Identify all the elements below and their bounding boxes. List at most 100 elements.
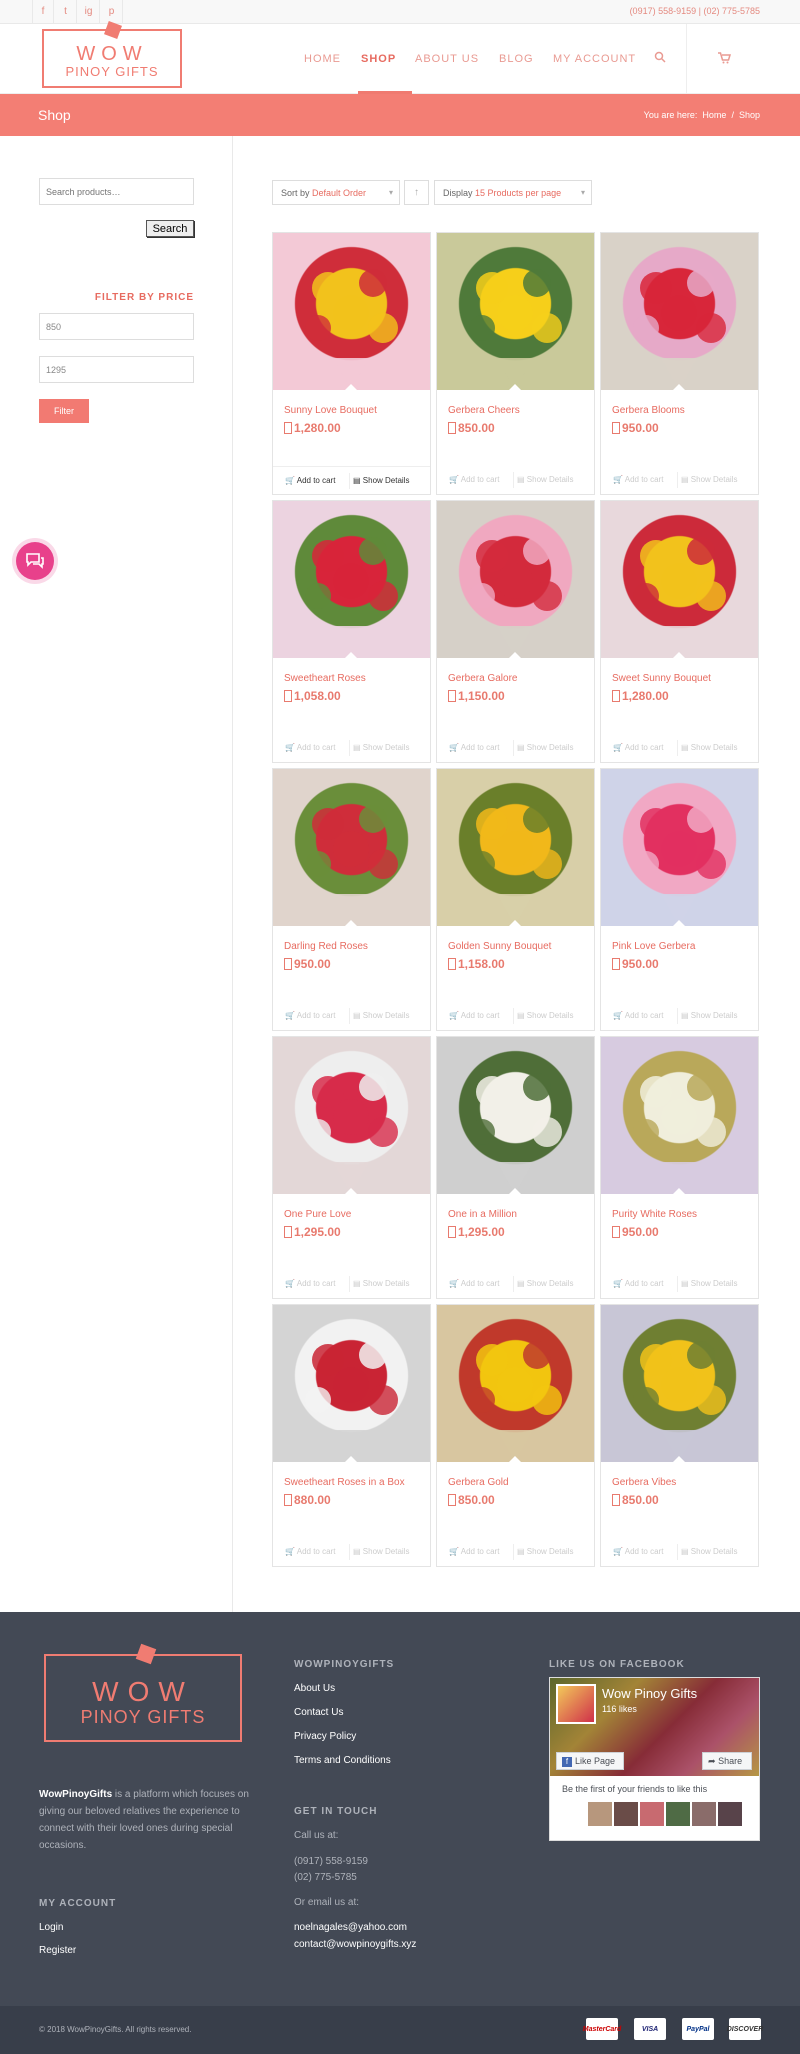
friend-avatar[interactable]	[614, 1802, 638, 1826]
add-to-cart-button[interactable]: 🛒 Add to cart	[613, 475, 663, 484]
product-image[interactable]	[437, 1305, 594, 1462]
footer-contact-us-link[interactable]: Contact Us	[294, 1707, 343, 1718]
nav-home[interactable]: HOME	[304, 53, 341, 65]
friend-avatar[interactable]	[666, 1802, 690, 1826]
product-name[interactable]: One Pure Love	[284, 1209, 351, 1220]
product-card[interactable]: Gerbera Cheers 850.00 🛒 Add to cart ▤ Show …	[436, 232, 595, 495]
product-card[interactable]: One Pure Love 1,295.00 🛒 Add to cart ▤ Show…	[272, 1036, 431, 1299]
product-image[interactable]	[437, 501, 594, 658]
product-name[interactable]: One in a Million	[448, 1209, 517, 1220]
add-to-cart-button[interactable]: 🛒 Add to cart	[613, 1279, 663, 1288]
product-card[interactable]: Sweetheart Roses in a Box 880.00 🛒 Add to …	[272, 1304, 431, 1567]
show-details-button[interactable]: ▤ Show Details	[353, 743, 409, 752]
footer-about-us-link[interactable]: About Us	[294, 1683, 335, 1694]
show-details-button[interactable]: ▤ Show Details	[517, 1011, 573, 1020]
product-image[interactable]	[601, 501, 758, 658]
sort-order-select[interactable]: Sort by Default Order ▾	[272, 180, 400, 205]
footer-email-1[interactable]: noelnagales@yahoo.com	[294, 1922, 407, 1933]
product-image[interactable]	[437, 233, 594, 390]
search-icon[interactable]	[654, 51, 666, 66]
add-to-cart-button[interactable]: 🛒 Add to cart	[285, 476, 335, 485]
product-card[interactable]: Golden Sunny Bouquet 1,158.00 🛒 Add to car…	[436, 768, 595, 1031]
friend-avatar[interactable]	[588, 1802, 612, 1826]
search-button[interactable]: Search	[146, 220, 194, 237]
product-card[interactable]: One in a Million 1,295.00 🛒 Add to cart ▤ S…	[436, 1036, 595, 1299]
product-image[interactable]	[273, 1305, 430, 1462]
products-per-page-select[interactable]: Display 15 Products per page ▾	[434, 180, 592, 205]
add-to-cart-button[interactable]: 🛒 Add to cart	[449, 475, 499, 484]
product-image[interactable]	[601, 233, 758, 390]
facebook-share-button[interactable]: ➦ Share	[702, 1752, 752, 1770]
product-card[interactable]: Gerbera Galore 1,150.00 🛒 Add to cart ▤ Sho…	[436, 500, 595, 763]
add-to-cart-button[interactable]: 🛒 Add to cart	[449, 1279, 499, 1288]
add-to-cart-button[interactable]: 🛒 Add to cart	[285, 1011, 335, 1020]
product-card[interactable]: Sunny Love Bouquet 1,280.00 🛒 Add to cart ▤…	[272, 232, 431, 495]
product-image[interactable]	[437, 769, 594, 926]
footer-terms-link[interactable]: Terms and Conditions	[294, 1755, 391, 1766]
product-name[interactable]: Pink Love Gerbera	[612, 941, 695, 952]
product-card[interactable]: Purity White Roses 950.00 🛒 Add to cart ▤ S…	[600, 1036, 759, 1299]
add-to-cart-button[interactable]: 🛒 Add to cart	[285, 1279, 335, 1288]
product-name[interactable]: Gerbera Cheers	[448, 405, 520, 416]
product-card[interactable]: Pink Love Gerbera 950.00 🛒 Add to cart ▤ Sh…	[600, 768, 759, 1031]
product-search-input[interactable]	[39, 178, 194, 205]
show-details-button[interactable]: ▤ Show Details	[517, 475, 573, 484]
friend-avatar[interactable]	[640, 1802, 664, 1826]
footer-email-2[interactable]: contact@wowpinoygifts.xyz	[294, 1939, 416, 1950]
show-details-button[interactable]: ▤ Show Details	[517, 1279, 573, 1288]
nav-about-us[interactable]: ABOUT US	[415, 53, 479, 65]
show-details-button[interactable]: ▤ Show Details	[353, 1011, 409, 1020]
product-name[interactable]: Sunny Love Bouquet	[284, 405, 377, 416]
add-to-cart-button[interactable]: 🛒 Add to cart	[613, 743, 663, 752]
friend-avatar[interactable]	[692, 1802, 716, 1826]
footer-privacy-policy-link[interactable]: Privacy Policy	[294, 1731, 356, 1742]
add-to-cart-button[interactable]: 🛒 Add to cart	[285, 1547, 335, 1556]
product-name[interactable]: Sweet Sunny Bouquet	[612, 673, 711, 684]
product-image[interactable]	[273, 769, 430, 926]
site-logo[interactable]: WOW PINOY GIFTS	[42, 21, 182, 88]
product-card[interactable]: Darling Red Roses 950.00 🛒 Add to cart ▤ Sh…	[272, 768, 431, 1031]
show-details-button[interactable]: ▤ Show Details	[353, 1279, 409, 1288]
product-image[interactable]	[273, 501, 430, 658]
footer-register-link[interactable]: Register	[39, 1945, 76, 1956]
product-name[interactable]: Gerbera Blooms	[612, 405, 685, 416]
nav-shop[interactable]: SHOP	[361, 53, 396, 65]
sort-direction-arrow-icon[interactable]: ↑	[404, 180, 429, 205]
add-to-cart-button[interactable]: 🛒 Add to cart	[613, 1547, 663, 1556]
facebook-like-button[interactable]: f Like Page	[556, 1752, 624, 1770]
product-image[interactable]	[437, 1037, 594, 1194]
pinterest-icon[interactable]: p	[101, 0, 123, 23]
product-image[interactable]	[601, 1305, 758, 1462]
show-details-button[interactable]: ▤ Show Details	[681, 1547, 737, 1556]
product-name[interactable]: Purity White Roses	[612, 1209, 697, 1220]
product-card[interactable]: Sweetheart Roses 1,058.00 🛒 Add to cart ▤ S…	[272, 500, 431, 763]
min-price-input[interactable]	[39, 313, 194, 340]
facebook-page-name[interactable]: Wow Pinoy Gifts	[602, 1686, 697, 1701]
chat-bubble-icon[interactable]	[16, 542, 54, 580]
cart-icon[interactable]	[718, 52, 732, 67]
add-to-cart-button[interactable]: 🛒 Add to cart	[449, 1011, 499, 1020]
show-details-button[interactable]: ▤ Show Details	[517, 743, 573, 752]
product-card[interactable]: Gerbera Gold 850.00 🛒 Add to cart ▤ Show De…	[436, 1304, 595, 1567]
nav-my-account[interactable]: MY ACCOUNT	[553, 53, 636, 65]
nav-blog[interactable]: BLOG	[499, 53, 534, 65]
add-to-cart-button[interactable]: 🛒 Add to cart	[449, 743, 499, 752]
product-card[interactable]: Gerbera Vibes 850.00 🛒 Add to cart ▤ Show D…	[600, 1304, 759, 1567]
product-image[interactable]	[601, 1037, 758, 1194]
show-details-button[interactable]: ▤ Show Details	[681, 1011, 737, 1020]
instagram-icon[interactable]: ig	[78, 0, 100, 23]
product-image[interactable]	[273, 1037, 430, 1194]
twitter-icon[interactable]: t	[55, 0, 77, 23]
product-name[interactable]: Golden Sunny Bouquet	[448, 941, 551, 952]
show-details-button[interactable]: ▤ Show Details	[681, 743, 737, 752]
show-details-button[interactable]: ▤ Show Details	[681, 475, 737, 484]
facebook-page-avatar[interactable]	[556, 1684, 596, 1724]
show-details-button[interactable]: ▤ Show Details	[681, 1279, 737, 1288]
add-to-cart-button[interactable]: 🛒 Add to cart	[285, 743, 335, 752]
product-name[interactable]: Sweetheart Roses	[284, 673, 366, 684]
filter-button[interactable]: Filter	[39, 399, 89, 423]
product-name[interactable]: Sweetheart Roses in a Box	[284, 1477, 405, 1488]
product-name[interactable]: Gerbera Vibes	[612, 1477, 676, 1488]
footer-login-link[interactable]: Login	[39, 1922, 63, 1933]
add-to-cart-button[interactable]: 🛒 Add to cart	[449, 1547, 499, 1556]
